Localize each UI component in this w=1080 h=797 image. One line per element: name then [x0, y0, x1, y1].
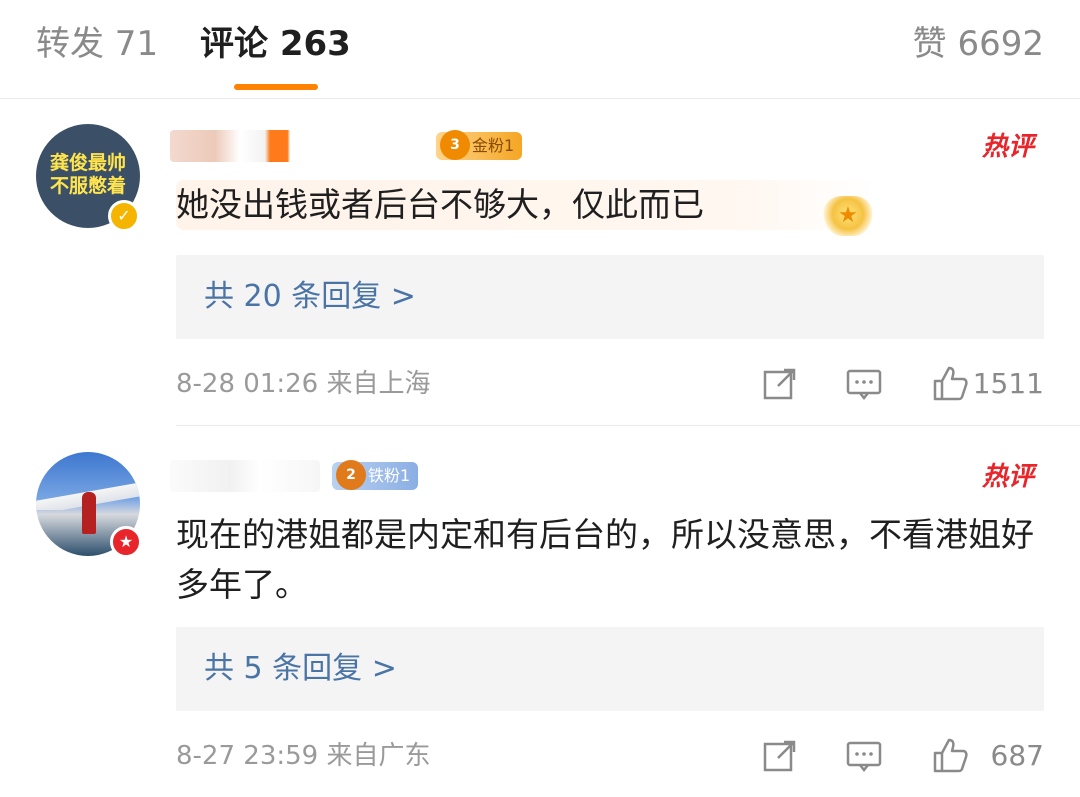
fan-badge-label: 金粉1	[472, 136, 515, 155]
timestamp-location: 8-27 23:59 来自广东	[176, 741, 431, 771]
comment-text: 她没出钱或者后台不够大，仅此而已	[176, 180, 876, 230]
comment-meta: 8-27 23:59 来自广东 687	[176, 734, 1044, 778]
fan-badge-label: 铁粉1	[368, 466, 411, 485]
verified-star-icon: ✓	[108, 200, 140, 232]
avatar-caption: 龚俊最帅 不服憋着	[49, 152, 126, 197]
fan-badge[interactable]: 2 铁粉1	[332, 460, 419, 490]
red-star-icon: ★	[110, 526, 142, 558]
comment-text: 现在的港姐都是内定和有后台的，所以没意思，不看港姐好多年了。	[176, 515, 1034, 604]
active-tab-indicator	[234, 84, 318, 90]
view-replies-link[interactable]: 共 20 条回复 >	[204, 275, 416, 319]
tab-repost[interactable]: 转发 71	[36, 22, 158, 66]
replies-box[interactable]: 共 5 条回复 >	[176, 627, 1044, 711]
comment-meta: 8-28 01:26 来自上海 1511	[176, 362, 1044, 406]
like-count: 687	[990, 739, 1044, 772]
share-icon[interactable]	[760, 364, 800, 404]
crown-icon: 2	[336, 460, 366, 490]
comment-icon[interactable]	[844, 736, 884, 776]
share-icon[interactable]	[760, 736, 800, 776]
tab-bar: 转发 71 评论 263 赞 6692	[0, 0, 1080, 99]
username-blurred[interactable]	[170, 130, 420, 162]
crown-icon: 3	[440, 130, 470, 160]
fan-badge[interactable]: 3 金粉1	[436, 130, 523, 160]
avatar-person	[82, 492, 96, 534]
hot-comment-tag: 热评	[981, 462, 1034, 492]
divider	[176, 425, 1080, 426]
thumbs-up-icon[interactable]	[930, 736, 970, 776]
like-count: 1511	[972, 367, 1044, 400]
username-blurred[interactable]	[170, 460, 320, 492]
tab-comment[interactable]: 评论 263	[200, 22, 351, 66]
vip-medal-icon: ★	[822, 196, 874, 236]
view-replies-link[interactable]: 共 5 条回复 >	[204, 647, 397, 691]
thumbs-up-icon[interactable]	[930, 364, 970, 404]
hot-comment-tag: 热评	[981, 132, 1034, 162]
timestamp-location: 8-28 01:26 来自上海	[176, 369, 431, 399]
replies-box[interactable]: 共 20 条回复 >	[176, 255, 1044, 339]
tab-like[interactable]: 赞 6692	[913, 22, 1044, 66]
comment-icon[interactable]	[844, 364, 884, 404]
